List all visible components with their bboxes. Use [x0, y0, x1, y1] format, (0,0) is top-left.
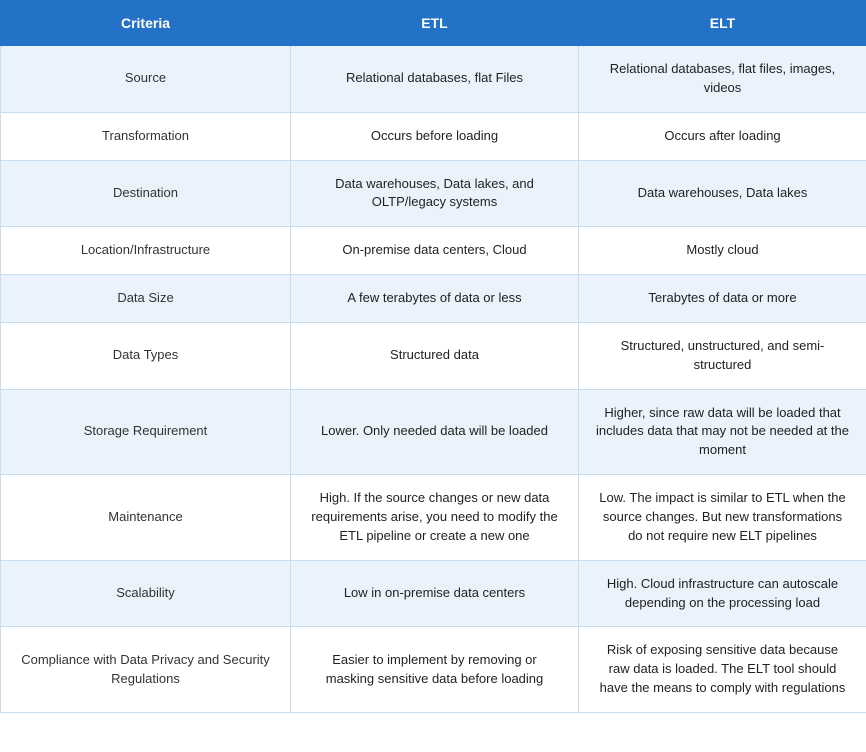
comparison-table: Criteria ETL ELT SourceRelational databa…: [0, 0, 866, 713]
elt-cell: High. Cloud infrastructure can autoscale…: [579, 560, 866, 627]
table-row: Location/InfrastructureOn-premise data c…: [1, 227, 866, 275]
table-row: ScalabilityLow in on-premise data center…: [1, 560, 866, 627]
criteria-cell: Scalability: [1, 560, 291, 627]
table-row: Compliance with Data Privacy and Securit…: [1, 627, 866, 713]
table-row: Storage RequirementLower. Only needed da…: [1, 389, 866, 475]
etl-cell: Relational databases, flat Files: [291, 46, 579, 113]
etl-cell: Occurs before loading: [291, 112, 579, 160]
etl-cell: On-premise data centers, Cloud: [291, 227, 579, 275]
etl-cell: Data warehouses, Data lakes, and OLTP/le…: [291, 160, 579, 227]
table-row: DestinationData warehouses, Data lakes, …: [1, 160, 866, 227]
etl-cell: Lower. Only needed data will be loaded: [291, 389, 579, 475]
criteria-cell: Source: [1, 46, 291, 113]
elt-cell: Mostly cloud: [579, 227, 866, 275]
criteria-cell: Location/Infrastructure: [1, 227, 291, 275]
elt-cell: Higher, since raw data will be loaded th…: [579, 389, 866, 475]
etl-cell: Easier to implement by removing or maski…: [291, 627, 579, 713]
criteria-cell: Compliance with Data Privacy and Securit…: [1, 627, 291, 713]
table-row: Data SizeA few terabytes of data or less…: [1, 275, 866, 323]
elt-cell: Relational databases, flat files, images…: [579, 46, 866, 113]
elt-cell: Occurs after loading: [579, 112, 866, 160]
header-etl: ETL: [291, 1, 579, 46]
table-row: TransformationOccurs before loadingOccur…: [1, 112, 866, 160]
criteria-cell: Destination: [1, 160, 291, 227]
header-criteria: Criteria: [1, 1, 291, 46]
etl-cell: Structured data: [291, 322, 579, 389]
criteria-cell: Maintenance: [1, 475, 291, 561]
header-elt: ELT: [579, 1, 866, 46]
etl-cell: Low in on-premise data centers: [291, 560, 579, 627]
elt-cell: Low. The impact is similar to ETL when t…: [579, 475, 866, 561]
etl-cell: High. If the source changes or new data …: [291, 475, 579, 561]
elt-cell: Terabytes of data or more: [579, 275, 866, 323]
elt-cell: Risk of exposing sensitive data because …: [579, 627, 866, 713]
table-row: Data TypesStructured dataStructured, uns…: [1, 322, 866, 389]
criteria-cell: Storage Requirement: [1, 389, 291, 475]
elt-cell: Data warehouses, Data lakes: [579, 160, 866, 227]
etl-cell: A few terabytes of data or less: [291, 275, 579, 323]
criteria-cell: Data Size: [1, 275, 291, 323]
elt-cell: Structured, unstructured, and semi-struc…: [579, 322, 866, 389]
criteria-cell: Transformation: [1, 112, 291, 160]
criteria-cell: Data Types: [1, 322, 291, 389]
table-row: SourceRelational databases, flat FilesRe…: [1, 46, 866, 113]
table-row: MaintenanceHigh. If the source changes o…: [1, 475, 866, 561]
